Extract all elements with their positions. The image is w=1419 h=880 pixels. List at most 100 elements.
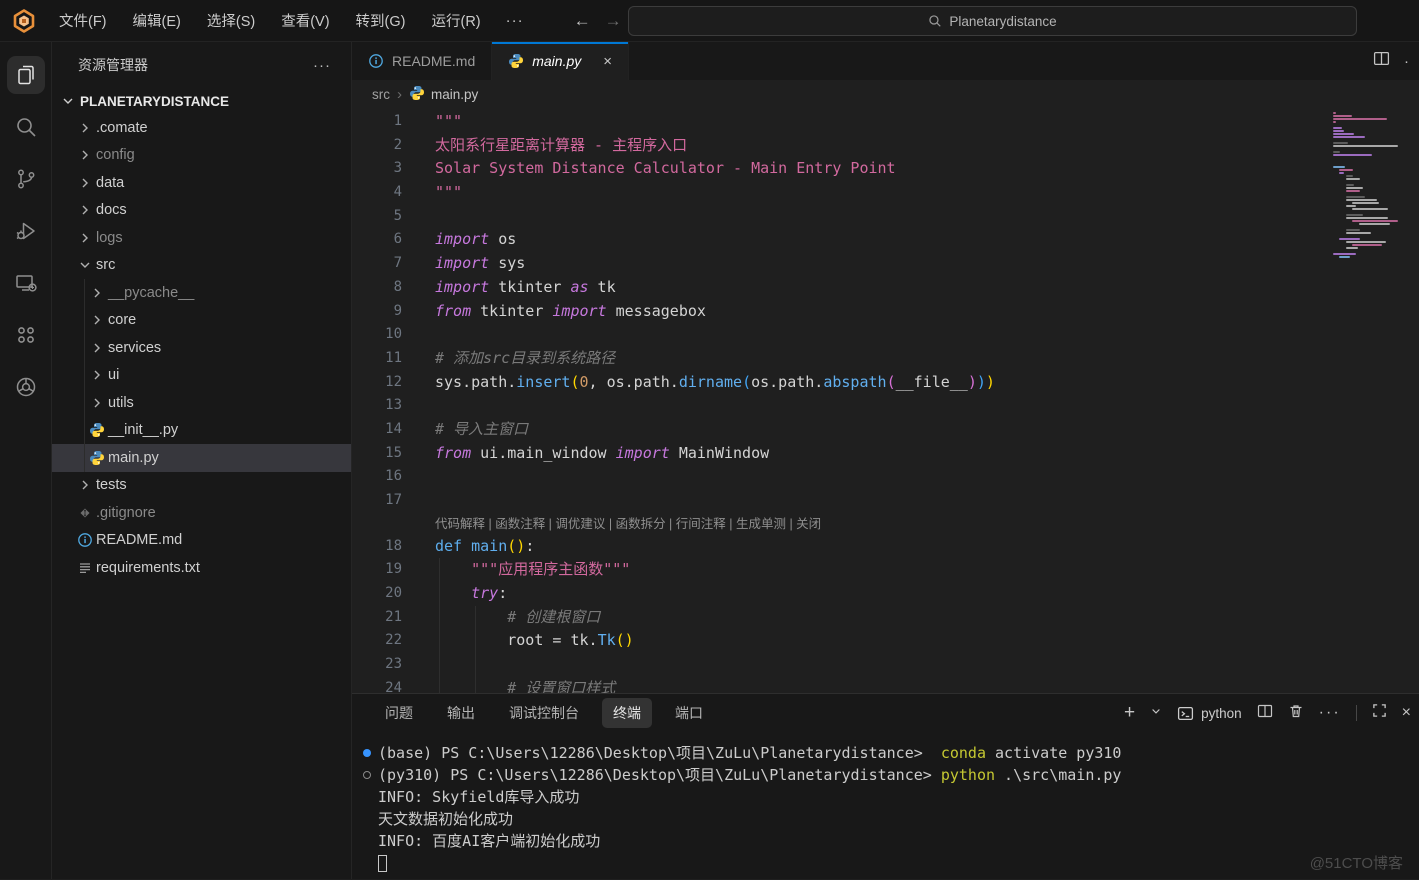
tree-item-label: logs xyxy=(96,230,123,246)
command-success-indicator[interactable] xyxy=(363,749,371,757)
tree-item-ui[interactable]: ui xyxy=(52,362,351,390)
back-button[interactable]: ← xyxy=(574,11,591,31)
menu-more-button[interactable]: ··· xyxy=(494,7,536,34)
new-terminal-button[interactable]: + xyxy=(1124,702,1135,724)
search-view-icon[interactable] xyxy=(0,101,52,153)
command-running-indicator[interactable] xyxy=(363,771,371,779)
terminal-profile-chevron-icon[interactable] xyxy=(1150,704,1162,722)
watermark: @51CTO博客 xyxy=(1310,852,1403,873)
tree-item--comate[interactable]: .comate xyxy=(52,114,351,142)
forward-button[interactable]: → xyxy=(605,11,622,31)
chevron-right-icon xyxy=(76,230,94,246)
breadcrumb[interactable]: src › main.py xyxy=(352,80,1419,108)
remote-explorer-icon[interactable] xyxy=(0,257,52,309)
browser-icon[interactable] xyxy=(0,361,52,413)
tree-item--init-py[interactable]: __init__.py xyxy=(52,417,351,445)
code-line-24: 24 # 设置窗口样式 xyxy=(352,677,1419,693)
tree-item-label: tests xyxy=(96,477,127,493)
menu-item-3[interactable]: 查看(V) xyxy=(268,5,342,36)
code-line-4: 4""" xyxy=(352,181,1419,205)
menu-bar: 文件(F)编辑(E)选择(S)查看(V)转到(G)运行(R) xyxy=(46,5,494,36)
tree-item-core[interactable]: core xyxy=(52,307,351,335)
project-section-header[interactable]: PLANETARYDISTANCE xyxy=(52,85,351,114)
panel-tab-问题[interactable]: 问题 xyxy=(374,698,424,728)
tab-main-py[interactable]: main.py× xyxy=(492,42,629,80)
tree-item-label: config xyxy=(96,147,135,163)
code-line-17: 17 xyxy=(352,489,1419,513)
source-control-icon[interactable] xyxy=(0,153,52,205)
menu-item-2[interactable]: 选择(S) xyxy=(194,5,268,36)
tree-item-requirements-txt[interactable]: requirements.txt xyxy=(52,554,351,582)
tree-item--pycache-[interactable]: __pycache__ xyxy=(52,279,351,307)
menu-item-1[interactable]: 编辑(E) xyxy=(120,5,194,36)
line-number: 1 xyxy=(352,110,402,134)
split-terminal-icon[interactable] xyxy=(1257,703,1273,724)
line-number: 6 xyxy=(352,228,402,252)
code-line-8: 8import tkinter as tk xyxy=(352,276,1419,300)
tab-readme-md[interactable]: README.md xyxy=(352,42,492,80)
activity-bar xyxy=(0,42,52,879)
tree-item-main-py[interactable]: main.py xyxy=(52,444,351,472)
line-number: 16 xyxy=(352,465,402,489)
tree-item-data[interactable]: data xyxy=(52,169,351,197)
panel-more-icon[interactable]: ··· xyxy=(1319,704,1341,722)
line-number: 4 xyxy=(352,181,402,205)
tree-item-tests[interactable]: tests xyxy=(52,472,351,500)
line-number: 21 xyxy=(352,606,402,630)
tree-item--gitignore[interactable]: .gitignore xyxy=(52,499,351,527)
tree-item-label: main.py xyxy=(108,450,159,466)
terminal-line: INFO: Skyfield库导入成功 xyxy=(352,786,1419,808)
chevron-right-icon xyxy=(76,147,94,163)
sidebar-title: 资源管理器 xyxy=(78,55,148,75)
close-panel-icon[interactable]: × xyxy=(1402,704,1411,722)
command-center-search[interactable]: Planetarydistance xyxy=(628,6,1357,36)
sidebar-more-button[interactable]: ··· xyxy=(313,57,331,74)
menu-item-0[interactable]: 文件(F) xyxy=(46,5,120,36)
app-logo-icon[interactable] xyxy=(12,9,36,33)
terminal-cursor xyxy=(378,855,387,872)
code-editor[interactable]: 1"""2太阳系行星距离计算器 - 主程序入口3Solar System Dis… xyxy=(352,108,1419,693)
extensions-icon[interactable] xyxy=(0,309,52,361)
breadcrumb-folder[interactable]: src xyxy=(372,87,390,102)
tree-item-docs[interactable]: docs xyxy=(52,197,351,225)
panel-tab-端口[interactable]: 端口 xyxy=(664,698,714,728)
line-number: 14 xyxy=(352,418,402,442)
line-number: 17 xyxy=(352,489,402,513)
split-editor-icon[interactable] xyxy=(1373,50,1390,72)
panel-tab-输出[interactable]: 输出 xyxy=(436,698,486,728)
tree-item-src[interactable]: src xyxy=(52,252,351,280)
code-line-10: 10 xyxy=(352,323,1419,347)
tree-item-label: services xyxy=(108,340,161,356)
maximize-panel-icon[interactable] xyxy=(1372,703,1387,723)
tree-item-label: README.md xyxy=(96,532,182,548)
terminal-output[interactable]: (base) PS C:\Users\12286\Desktop\项目\ZuLu… xyxy=(352,732,1419,879)
line-number: 18 xyxy=(352,535,402,559)
code-line-9: 9from tkinter import messagebox xyxy=(352,300,1419,324)
terminal-icon xyxy=(1177,705,1194,722)
menu-item-4[interactable]: 转到(G) xyxy=(343,5,419,36)
tree-item-logs[interactable]: logs xyxy=(52,224,351,252)
tree-item-utils[interactable]: utils xyxy=(52,389,351,417)
code-line-22: 22 root = tk.Tk() xyxy=(352,629,1419,653)
tree-item-services[interactable]: services xyxy=(52,334,351,362)
codelens-actions[interactable]: 代码解释 | 函数注释 | 调优建议 | 函数拆分 | 行间注释 | 生成单测 … xyxy=(352,513,1419,535)
minimap[interactable] xyxy=(1331,112,1417,259)
close-tab-icon[interactable]: × xyxy=(603,53,612,70)
chevron-right-icon xyxy=(76,477,94,493)
panel-tab-调试控制台[interactable]: 调试控制台 xyxy=(498,698,590,728)
code-line-21: 21 # 创建根窗口 xyxy=(352,606,1419,630)
terminal-profile[interactable]: python xyxy=(1177,705,1242,722)
tree-item-config[interactable]: config xyxy=(52,142,351,170)
code-line-13: 13 xyxy=(352,394,1419,418)
run-debug-icon[interactable] xyxy=(0,205,52,257)
terminal-line: INFO: 百度AI客户端初始化成功 xyxy=(352,830,1419,852)
menu-item-5[interactable]: 运行(R) xyxy=(418,5,493,36)
editor-more-icon[interactable]: · xyxy=(1404,53,1409,70)
kill-terminal-icon[interactable] xyxy=(1288,703,1304,724)
code-line-2: 2太阳系行星距离计算器 - 主程序入口 xyxy=(352,134,1419,158)
code-line-1: 1""" xyxy=(352,110,1419,134)
panel-tab-终端[interactable]: 终端 xyxy=(602,698,652,728)
explorer-icon[interactable] xyxy=(0,49,52,101)
tree-item-readme-md[interactable]: README.md xyxy=(52,527,351,555)
python-file-icon xyxy=(88,450,106,466)
